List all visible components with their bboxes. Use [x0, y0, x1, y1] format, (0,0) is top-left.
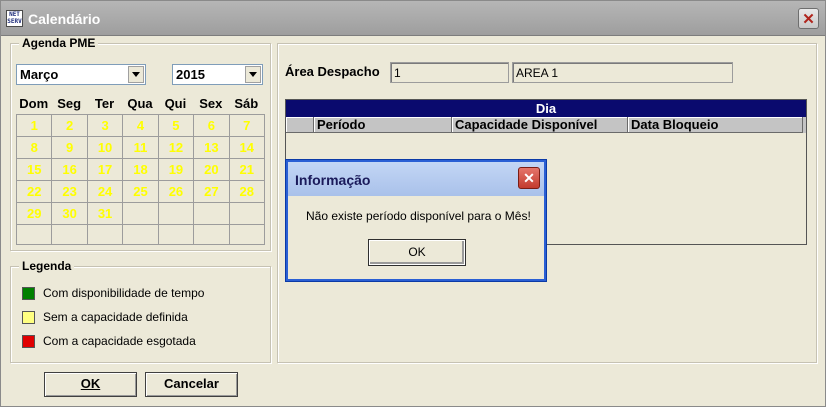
- column-header-capacidade[interactable]: Capacidade Disponível: [452, 117, 628, 133]
- calendar-day-cell[interactable]: 18: [123, 159, 159, 181]
- chevron-down-icon[interactable]: [128, 66, 144, 83]
- calendar-day-cell[interactable]: [87, 225, 124, 245]
- close-icon: ✕: [802, 10, 815, 28]
- close-icon: ✕: [523, 169, 535, 186]
- column-header-periodo[interactable]: Período: [314, 117, 452, 133]
- calendar-day-cell[interactable]: [158, 225, 195, 245]
- calendar-day-cell[interactable]: 24: [87, 181, 124, 203]
- calendar-day-cell[interactable]: 2: [52, 115, 88, 137]
- calendar-day-cell[interactable]: [52, 225, 88, 245]
- calendar-day-cell[interactable]: 16: [52, 159, 88, 181]
- calendar-day-cell[interactable]: 25: [123, 181, 159, 203]
- calendar-day-cell[interactable]: 4: [123, 115, 159, 137]
- calendar-day-cell[interactable]: [194, 203, 230, 225]
- calendar-day-cell[interactable]: 13: [194, 137, 230, 159]
- calendar-day-cell[interactable]: 6: [194, 115, 230, 137]
- calendar-day-cell[interactable]: 28: [229, 181, 265, 203]
- calendar-day-cell[interactable]: 5: [158, 115, 195, 137]
- calendar-day-cell[interactable]: 10: [87, 137, 124, 159]
- calendar-day-cell[interactable]: [123, 203, 159, 225]
- legend-item-label: Com a capacidade esgotada: [43, 334, 196, 348]
- calendar-day-cell[interactable]: 11: [123, 137, 159, 159]
- weekday-label: Sáb: [234, 96, 259, 111]
- green-swatch-icon: [22, 286, 35, 300]
- calendar-day-cell[interactable]: [17, 225, 53, 245]
- calendar-grid: 1 2 3 4 5 6 7 8 9 10 11 12 13 14 15 16 17 18 19 20 21 22 23 24 2…: [16, 114, 265, 245]
- calendar-day-cell[interactable]: 8: [17, 137, 53, 159]
- legend-title: Legenda: [19, 259, 75, 273]
- legend-item-available: Com disponibilidade de tempo: [22, 286, 204, 300]
- column-header-data-bloqueio[interactable]: Data Bloqueio: [628, 117, 803, 133]
- close-button[interactable]: ✕: [798, 8, 819, 29]
- calendar-day-cell[interactable]: 12: [158, 137, 195, 159]
- calendar-day-cell[interactable]: 15: [17, 159, 53, 181]
- calendar-day-cell[interactable]: [229, 225, 265, 245]
- calendar-day-cell[interactable]: 30: [52, 203, 88, 225]
- month-select[interactable]: Março: [16, 64, 146, 85]
- legend-item-exhausted: Com a capacidade esgotada: [22, 334, 196, 348]
- dialog-message: Não existe período disponível para o Mês…: [306, 209, 531, 223]
- calendar-day-cell[interactable]: 23: [52, 181, 88, 203]
- ok-button[interactable]: OK: [44, 372, 137, 397]
- legend-item-label: Com disponibilidade de tempo: [43, 286, 205, 300]
- calendar-day-cell[interactable]: 22: [17, 181, 53, 203]
- calendar-day-cell[interactable]: [229, 203, 265, 225]
- calendar-day-cell[interactable]: 21: [229, 159, 265, 181]
- area-despacho-label: Área Despacho: [285, 64, 380, 79]
- cancel-button[interactable]: Cancelar: [145, 372, 238, 397]
- weekday-label: Qua: [127, 96, 153, 111]
- row-selector-header: [286, 117, 314, 133]
- month-select-value: Março: [20, 67, 59, 82]
- weekday-label: Sex: [199, 96, 223, 111]
- calendar-day-cell[interactable]: [123, 225, 159, 245]
- calendar-window: NET SERV Calendário ✕ Agenda PME Março 2…: [0, 0, 826, 407]
- agenda-legend: Agenda PME: [19, 36, 99, 50]
- yellow-swatch-icon: [22, 310, 35, 324]
- calendar-day-cell[interactable]: 26: [158, 181, 195, 203]
- window-title: Calendário: [28, 11, 101, 27]
- weekday-label: Dom: [19, 96, 49, 111]
- red-swatch-icon: [22, 334, 35, 348]
- year-select[interactable]: 2015: [172, 64, 263, 85]
- dialog-title: Informação: [295, 172, 371, 188]
- calendar-day-cell[interactable]: [194, 225, 230, 245]
- calendar-day-cell[interactable]: 19: [158, 159, 195, 181]
- calendar-day-cell[interactable]: 20: [194, 159, 230, 181]
- legend-item-label: Sem a capacidade definida: [43, 310, 188, 324]
- calendar-day-cell[interactable]: 17: [87, 159, 124, 181]
- weekday-header: Dom Seg Ter Qua Qui Sex Sáb: [16, 96, 264, 111]
- area-code-field[interactable]: 1: [390, 62, 509, 83]
- calendar-day-cell[interactable]: 27: [194, 181, 230, 203]
- weekday-label: Ter: [94, 96, 115, 111]
- calendar-day-cell[interactable]: [158, 203, 195, 225]
- area-name-field[interactable]: AREA 1: [512, 62, 733, 83]
- calendar-day-cell[interactable]: 7: [229, 115, 265, 137]
- calendar-day-cell[interactable]: 29: [17, 203, 53, 225]
- app-icon: NET SERV: [6, 10, 23, 27]
- grid-header-row: Período Capacidade Disponível Data Bloqu…: [286, 117, 806, 133]
- calendar-day-cell[interactable]: 1: [17, 115, 53, 137]
- title-bar[interactable]: NET SERV Calendário ✕: [1, 1, 825, 36]
- dialog-ok-button[interactable]: OK: [368, 239, 466, 266]
- legend-item-undefined: Sem a capacidade definida: [22, 310, 188, 324]
- grid-title: Dia: [286, 100, 806, 117]
- weekday-label: Seg: [57, 96, 82, 111]
- calendar-day-cell[interactable]: 14: [229, 137, 265, 159]
- calendar-day-cell[interactable]: 31: [87, 203, 124, 225]
- info-dialog: Informação ✕ Não existe período disponív…: [286, 160, 546, 281]
- weekday-label: Qui: [164, 96, 187, 111]
- calendar-day-cell[interactable]: 9: [52, 137, 88, 159]
- dialog-title-bar[interactable]: Informação ✕: [288, 162, 544, 196]
- calendar-day-cell[interactable]: 3: [87, 115, 124, 137]
- year-select-value: 2015: [176, 67, 205, 82]
- dialog-close-button[interactable]: ✕: [518, 167, 540, 189]
- chevron-down-icon[interactable]: [245, 66, 261, 83]
